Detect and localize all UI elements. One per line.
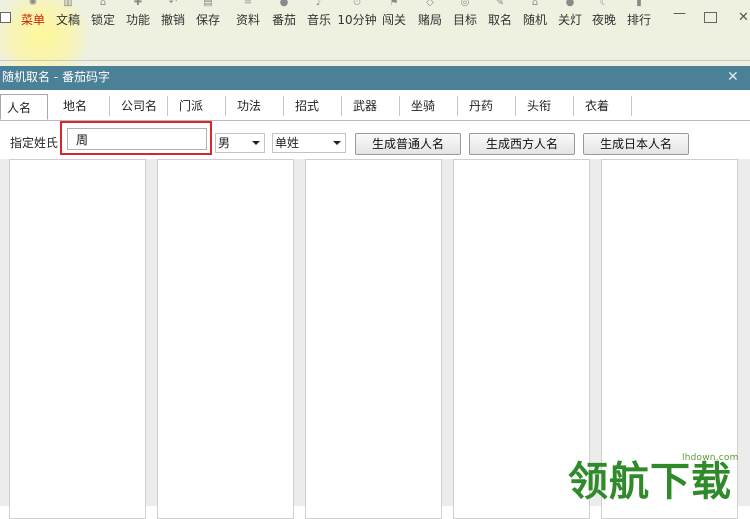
site-watermark: lhdown.com 领航下载 [568,451,750,506]
gender-select-value: 男 [218,136,231,150]
toolbar-item-goal[interactable]: ◎ 目标 [451,0,479,40]
plus-icon: ✚ [133,0,143,8]
toolbar-item-10min[interactable]: ⏱ 10分钟 [336,0,378,40]
tab-move[interactable]: 招式 [289,96,342,116]
toolbar-item-label: 撤销 [160,13,185,27]
tab-company-name[interactable]: 公司名 [115,96,168,116]
toolbar-item-label: 关灯 [557,13,582,27]
name-list-3[interactable] [305,159,442,519]
bulb-icon: ● [565,0,575,8]
save-icon: ▤ [203,0,213,8]
tab-technique[interactable]: 功法 [231,96,284,116]
toolbar-item-label: 菜单 [20,13,45,27]
document-icon: ▥ [63,0,73,8]
dialog-title-bar[interactable]: 随机取名 - 番茄码字 ✕ [0,66,750,90]
generate-common-name-button[interactable]: 生成普通人名 [355,133,461,155]
undo-icon: ↶ [168,0,178,8]
surname-type-select-value: 单姓 [275,136,300,150]
toolbar-item-label: 保存 [195,13,220,27]
database-icon: ≐ [243,0,253,8]
toolbar-item-random[interactable]: ⌂ 随机 [521,0,549,40]
toolbar-item-label: 番茄 [271,13,296,27]
toolbar-item-lock[interactable]: ⌂ 锁定 [89,0,117,40]
toolbar-item-label: 排行 [626,13,651,27]
toolbar-item-label: 锁定 [90,13,115,27]
toolbar-item-label: 随机 [522,13,547,27]
ranking-icon: ▮ [636,0,642,8]
tab-person-name[interactable]: 人名 [0,94,48,120]
main-toolbar: ✺ 菜单 ▥ 文稿 ⌂ 锁定 ✚ 功能 ↶ 撤销 ▤ 保存 ≐ 资料 ● 番茄 … [0,0,750,66]
toolbar-item-label: 10分钟 [337,13,377,27]
surname-type-select[interactable]: 单姓 [272,133,346,153]
name-options-bar: 指定姓氏 男 单姓 生成普通人名 生成西方人名 生成日本人名 [0,121,750,159]
toolbar-item-label: 闯关 [381,13,406,27]
tab-sect[interactable]: 门派 [173,96,226,116]
toolbar-item-music[interactable]: ♪ 音乐 [305,0,333,40]
toolbar-item-label: 目标 [452,13,477,27]
target-icon: ◎ [460,0,470,8]
toolbar-item-night[interactable]: ☾ 夜晚 [590,0,618,40]
toolbar-item-label: 文稿 [55,13,80,27]
maximize-icon[interactable] [704,12,717,23]
toolbar-item-save[interactable]: ▤ 保存 [194,0,222,40]
minimize-icon[interactable]: — [673,6,686,21]
dice-icon: ◇ [426,0,434,8]
name-list-2[interactable] [157,159,294,519]
chevron-down-icon [333,141,341,145]
toolbar-item-function[interactable]: ✚ 功能 [124,0,152,40]
toolbar-divider [0,60,750,61]
toolbar-item-label: 音乐 [306,13,331,27]
toolbar-item-label: 资料 [235,13,260,27]
tab-title[interactable]: 头衔 [521,96,574,116]
toolbar-item-document[interactable]: ▥ 文稿 [54,0,82,40]
tab-elixir[interactable]: 丹药 [463,96,516,116]
lock-icon: ⌂ [99,0,107,8]
tab-place-name[interactable]: 地名 [57,96,110,116]
surname-input[interactable] [67,128,207,150]
toolbar-item-label: 赌局 [417,13,442,27]
random-icon: ⌂ [531,0,539,8]
close-icon[interactable]: ✕ [738,10,749,25]
toolbar-item-naming[interactable]: ✎ 取名 [486,0,514,40]
toolbar-item-menu[interactable]: ✺ 菜单 [20,0,46,40]
tab-clothing[interactable]: 衣着 [579,96,632,116]
flag-icon: ⚑ [389,0,399,8]
toolbar-item-label: 取名 [487,13,512,27]
toolbar-item-label: 功能 [125,13,150,27]
watermark-text: 领航下载 [568,459,732,505]
moon-icon: ☾ [599,0,609,8]
category-tabs: 人名 地名 公司名 门派 功法 招式 武器 坐骑 丹药 头衔 衣着 [0,94,750,121]
surname-label: 指定姓氏 [10,136,59,150]
toolbar-item-challenge[interactable]: ⚑ 闯关 [380,0,408,40]
tomato-icon: ● [279,0,289,8]
toolbar-item-ranking[interactable]: ▮ 排行 [625,0,653,40]
toolbar-item-bet[interactable]: ◇ 赌局 [416,0,444,40]
name-icon: ✎ [495,0,505,8]
gender-select[interactable]: 男 [215,133,265,153]
gear-icon: ✺ [28,0,38,8]
music-icon: ♪ [315,0,323,8]
toolbar-item-lights-off[interactable]: ● 关灯 [556,0,584,40]
tab-mount[interactable]: 坐骑 [405,96,458,116]
dialog-close-icon[interactable]: ✕ [727,69,739,85]
name-list-1[interactable] [9,159,146,519]
toolbar-item-undo[interactable]: ↶ 撤销 [159,0,187,40]
toolbar-item-materials[interactable]: ≐ 资料 [234,0,262,40]
generate-western-name-button[interactable]: 生成西方人名 [469,133,575,155]
chevron-down-icon [252,141,260,145]
generate-japanese-name-button[interactable]: 生成日本人名 [583,133,689,155]
dialog-title: 随机取名 - 番茄码字 [2,70,110,84]
toolbar-item-label: 夜晚 [591,13,616,27]
timer-icon: ⏱ [353,0,361,8]
tab-weapon[interactable]: 武器 [347,96,400,116]
toolbar-checkbox[interactable] [0,12,11,23]
toolbar-item-tomato[interactable]: ● 番茄 [270,0,298,40]
